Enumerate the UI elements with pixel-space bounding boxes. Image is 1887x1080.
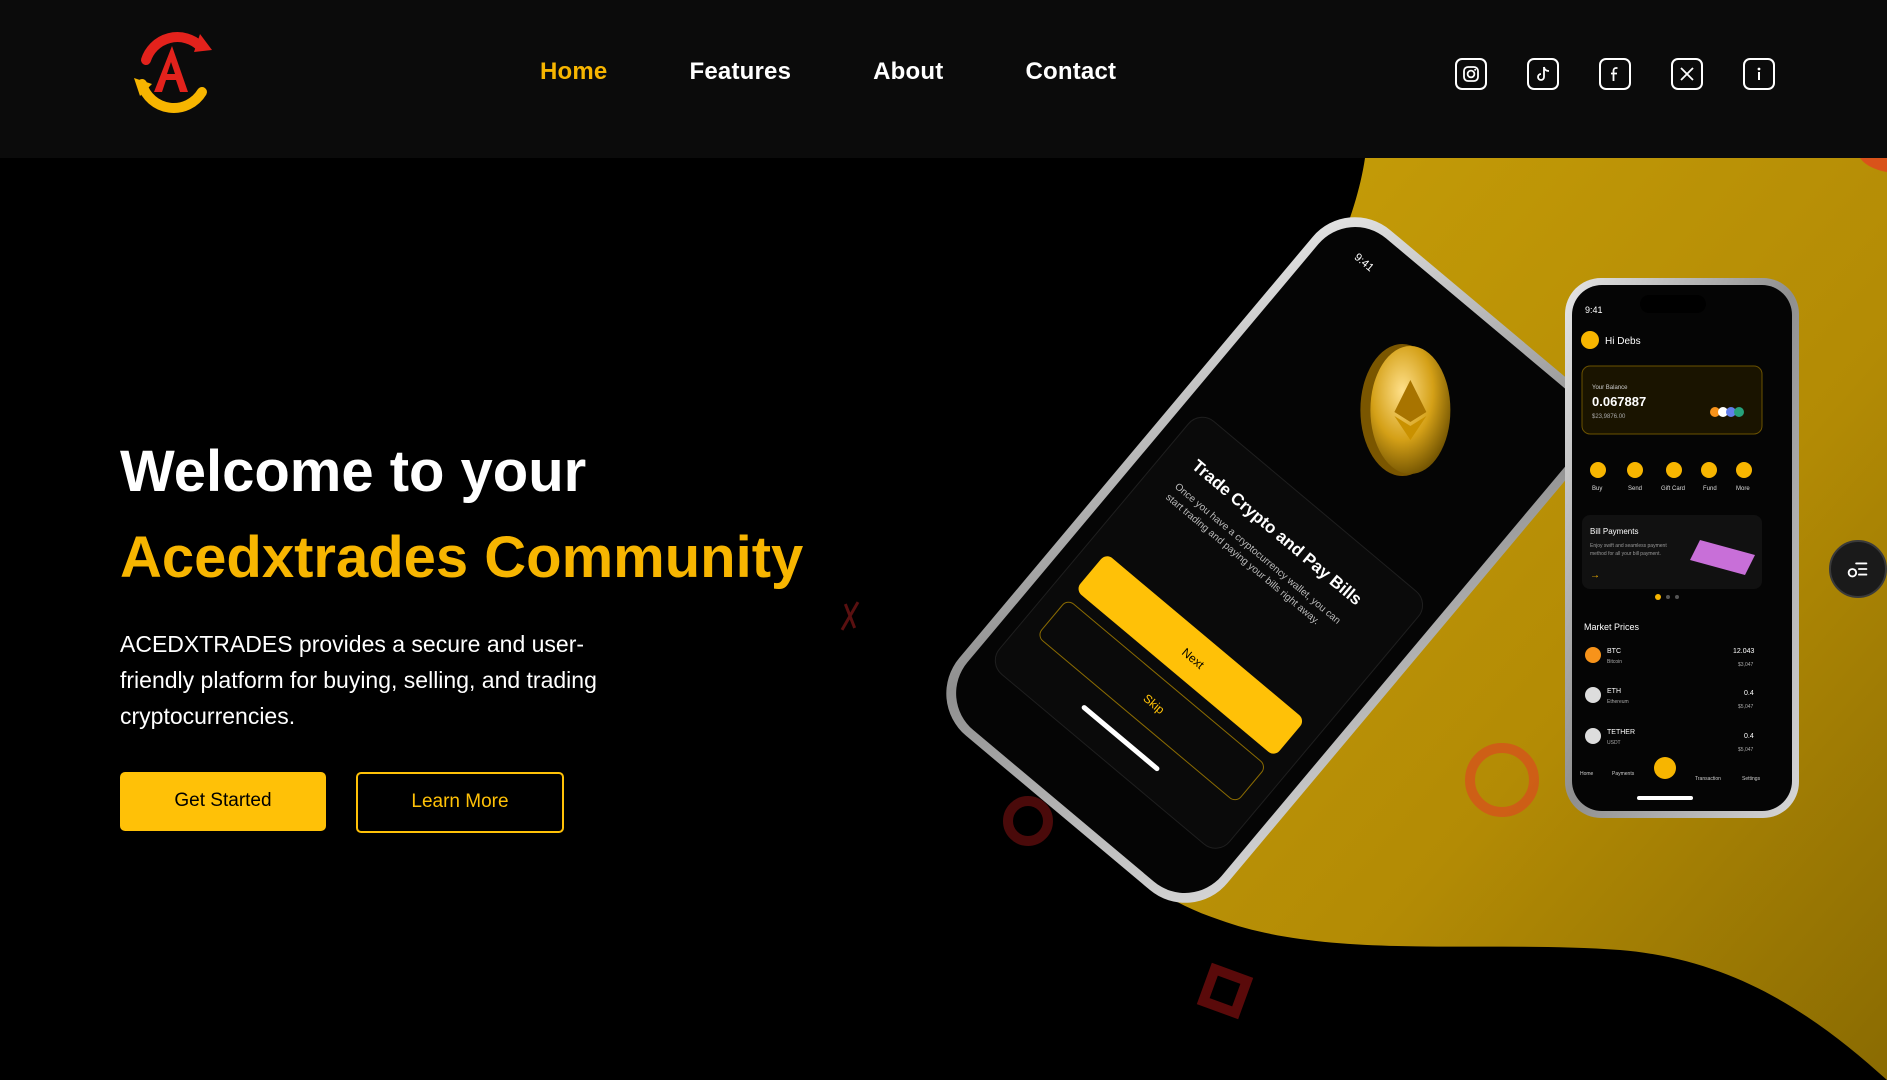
svg-text:Ethereum: Ethereum <box>1607 699 1629 705</box>
site-header: Home Features About Contact <box>0 0 1887 158</box>
brand-logo-icon[interactable] <box>128 26 218 118</box>
svg-text:Market Prices: Market Prices <box>1584 622 1640 632</box>
learn-more-button[interactable]: Learn More <box>356 771 564 833</box>
svg-text:9:41: 9:41 <box>1585 305 1603 315</box>
svg-text:ETH: ETH <box>1607 688 1621 695</box>
svg-text:0.4: 0.4 <box>1744 690 1754 697</box>
svg-text:Send: Send <box>1628 486 1642 492</box>
svg-text:Home: Home <box>1580 771 1594 777</box>
hero-title-line2: Acedxtrades Community <box>120 524 804 590</box>
svg-text:→: → <box>1590 570 1600 581</box>
nav-home-link[interactable]: Home <box>540 58 607 86</box>
hero-actions: Get Started Learn More <box>120 771 803 833</box>
facebook-icon[interactable] <box>1599 58 1631 90</box>
hero-section: Welcome to your Acedxtrades Community AC… <box>120 440 803 833</box>
menu-list-icon <box>1847 562 1868 578</box>
info-icon[interactable] <box>1743 58 1775 90</box>
svg-text:0.4: 0.4 <box>1744 733 1754 740</box>
hero-description: ACEDXTRADES provides a secure and user-f… <box>120 630 597 729</box>
svg-text:USDT: USDT <box>1607 740 1621 746</box>
svg-text:method for all your bill payme: method for all your bill payment. <box>1590 551 1661 557</box>
nav-features-link[interactable]: Features <box>689 58 791 86</box>
svg-text:Hi Debs: Hi Debs <box>1605 336 1641 347</box>
svg-text:More: More <box>1736 486 1750 492</box>
svg-text:Payments: Payments <box>1612 771 1635 777</box>
svg-text:Settings: Settings <box>1742 776 1761 782</box>
svg-text:Transaction: Transaction <box>1695 776 1721 782</box>
svg-text:Gift Card: Gift Card <box>1661 486 1685 492</box>
svg-text:Your Balance: Your Balance <box>1592 385 1628 391</box>
svg-text:0.067887: 0.067887 <box>1592 394 1646 409</box>
svg-text:TETHER: TETHER <box>1607 729 1635 736</box>
svg-text:Buy: Buy <box>1592 486 1602 492</box>
instagram-icon[interactable] <box>1455 58 1487 90</box>
get-started-button[interactable]: Get Started <box>120 771 326 831</box>
svg-text:BTC: BTC <box>1607 648 1621 655</box>
social-links <box>1455 58 1775 90</box>
hero-title-line1: Welcome to your <box>120 439 587 504</box>
svg-text:Enjoy swift and seamless payme: Enjoy swift and seamless payment <box>1590 543 1667 549</box>
main-nav: Home Features About Contact <box>540 58 1198 86</box>
svg-text:Bitcoin: Bitcoin <box>1607 659 1622 665</box>
tiktok-icon[interactable] <box>1527 58 1559 90</box>
phone-dashboard: 9:41 Hi Debs Your Balance 0.067887 $23,9… <box>1565 278 1799 818</box>
floating-menu-button[interactable] <box>1829 540 1887 598</box>
nav-about-link[interactable]: About <box>873 58 943 86</box>
svg-text:Bill Payments: Bill Payments <box>1590 527 1638 536</box>
nav-contact-link[interactable]: Contact <box>1025 58 1116 86</box>
svg-text:$5,047: $5,047 <box>1738 747 1754 753</box>
svg-text:$5,047: $5,047 <box>1738 704 1754 710</box>
svg-text:12.043: 12.043 <box>1733 648 1755 655</box>
x-icon[interactable] <box>1671 58 1703 90</box>
svg-text:$23,9876.00: $23,9876.00 <box>1592 414 1626 420</box>
svg-text:Fund: Fund <box>1703 486 1717 492</box>
svg-text:$3,047: $3,047 <box>1738 662 1754 668</box>
